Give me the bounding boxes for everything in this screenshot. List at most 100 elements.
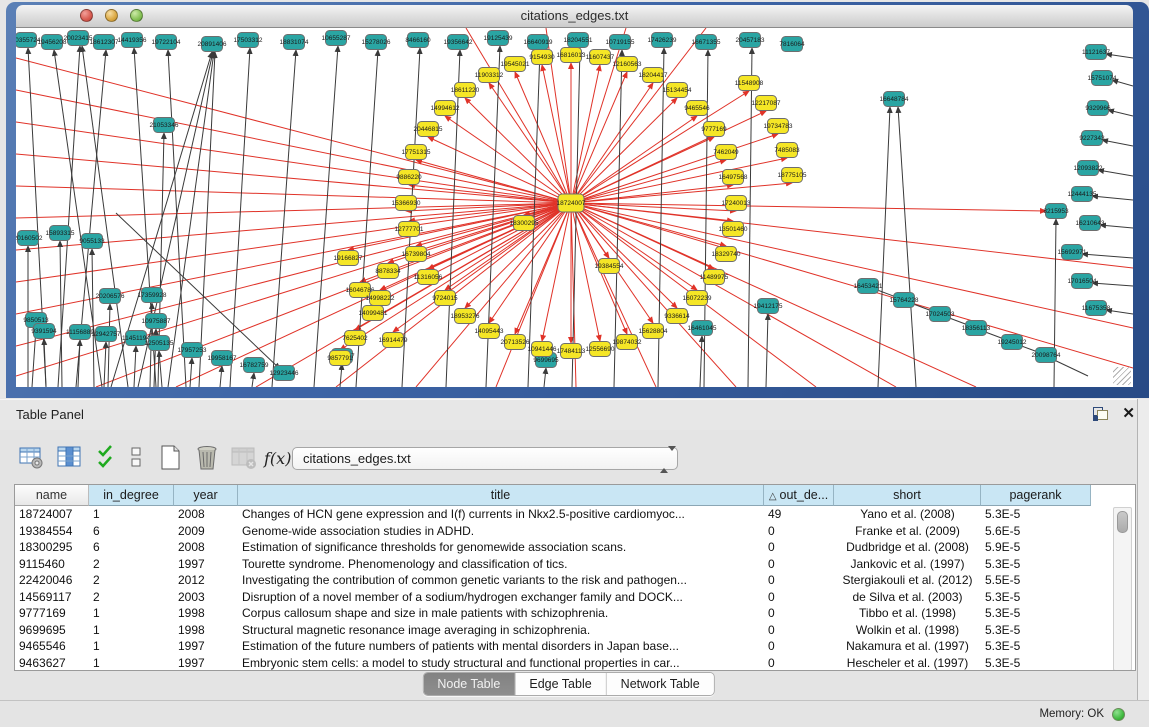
graph-edge-red[interactable] [16,90,571,203]
float-panel-icon[interactable] [1093,407,1109,422]
cell-out_degree: 49 [764,506,834,523]
graph-node-label: 18831074 [280,39,309,46]
table-panel-body: f(x) citations_edges.txt namein_degreeye… [0,430,1137,700]
column-header-year[interactable]: year [174,485,238,506]
graph-node-label: 9055133 [79,238,105,245]
tab-node-table[interactable]: Node Table [423,673,515,695]
graph-edge-black[interactable] [1098,170,1133,176]
graph-edge-black[interactable] [1102,140,1133,146]
cell-year: 2003 [174,589,238,606]
select-all-columns-icon[interactable] [96,444,126,474]
column-header-title[interactable]: title [238,485,764,506]
graph-node-label: 9391594 [31,328,57,335]
tab-network-table[interactable]: Network Table [607,673,714,695]
graph-edge-red[interactable] [571,203,1046,211]
graph-edge-black[interactable] [314,46,338,387]
graph-edge-black[interactable] [1108,110,1133,116]
graph-edge-black[interactable] [1082,254,1133,258]
table-row[interactable]: 2242004622012Investigating the contribut… [15,572,1135,589]
window-resize-grip[interactable] [1113,367,1131,385]
table-vertical-scrollbar[interactable] [1113,507,1132,671]
graph-node-label: 9777169 [701,126,727,133]
graph-edge-red[interactable] [428,137,571,203]
graph-edge-black[interactable] [60,241,62,387]
graph-node-label: 7816064 [779,41,805,48]
graph-edge-red[interactable] [16,186,571,203]
graph-edge-black[interactable] [108,304,110,387]
column-header-pagerank[interactable]: pagerank [981,485,1091,506]
graph-edge-black[interactable] [220,366,222,387]
create-table-icon[interactable] [158,444,188,474]
graph-edge-red[interactable] [571,203,1133,368]
graph-node-label: 20160502 [16,235,43,242]
tab-edge-table[interactable]: Edge Table [515,673,606,695]
graph-edge-black[interactable] [748,48,752,387]
graph-node-label: 12217087 [752,100,781,107]
graph-node-label: 12556690 [586,346,615,353]
graph-edge-black[interactable] [190,358,192,387]
graph-edge-black[interactable] [1100,225,1133,228]
table-row[interactable]: 911546021997Tourette syndrome. Phenomeno… [15,556,1135,573]
table-row[interactable]: 1830029562008Estimation of significance … [15,539,1135,556]
table-mode-icon[interactable] [18,444,48,474]
table-row[interactable]: 977716911998Corpus callosum shape and si… [15,605,1135,622]
panel-right-divider [1137,399,1149,727]
graph-edge-black[interactable] [700,336,702,387]
graph-edge-black[interactable] [1106,54,1133,58]
table-row[interactable]: 1456911722003Disruption of a novel membe… [15,589,1135,606]
graph-edge-black[interactable] [134,346,136,387]
graph-edge-red[interactable] [571,203,714,269]
graph-edge-black[interactable] [572,48,580,387]
memory-status-dot[interactable] [1112,708,1125,721]
graph-node-label: 15751074 [1088,75,1117,82]
function-builder-icon[interactable]: f(x) [264,444,294,474]
graph-node-label: 8466160 [405,37,431,44]
graph-edge-black[interactable] [252,373,254,387]
graph-edge-red[interactable] [571,183,792,203]
graph-edge-black[interactable] [1092,196,1133,200]
graph-edge-black[interactable] [230,48,250,387]
graph-node-label: 15278026 [362,39,391,46]
graph-edge-black[interactable] [898,107,916,387]
delete-column-icon[interactable] [230,444,260,474]
window-titlebar[interactable]: citations_edges.txt [16,5,1133,28]
column-header-out_degree[interactable]: △out_de... [764,485,834,506]
graph-edge-red[interactable] [571,134,778,203]
column-header-name[interactable]: name [15,485,89,506]
graph-edge-red[interactable] [16,154,571,203]
graph-node-label: 16648784 [880,96,909,103]
graph-node-label: 15366930 [392,200,421,207]
graph-edge-red[interactable] [571,203,656,387]
cell-short: Yano et al. (2008) [834,506,981,523]
cell-pagerank: 5.6E-5 [981,523,1091,540]
graph-edge-black[interactable] [159,351,162,387]
table-row[interactable]: 1872400712008Changes of HCN gene express… [15,506,1135,523]
table-row[interactable]: 946554611997Estimation of the future num… [15,638,1135,655]
cell-title: Tourette syndrome. Phenomenology and cla… [238,556,764,573]
column-header-short[interactable]: short [834,485,981,506]
graph-node-label: 11675358 [1082,305,1111,312]
graph-edge-red[interactable] [466,28,571,203]
network-canvas[interactable]: 2035572419456208200234151861230714419356… [16,28,1133,387]
table-row[interactable]: 1938455462009Genome-wide association stu… [15,523,1135,540]
close-panel-icon[interactable]: ✕ [1122,404,1135,424]
graph-node-label: 17426239 [648,37,677,44]
graph-edge-red[interactable] [16,122,571,203]
graph-node-label: 16072239 [683,295,712,302]
table-selector-dropdown[interactable]: citations_edges.txt [292,447,678,470]
table-row[interactable]: 946362711997Embryonic stem cells: a mode… [15,655,1135,672]
delete-table-icon[interactable] [194,444,224,474]
column-header-in_degree[interactable]: in_degree [89,485,174,506]
graph-node-label: 17016504 [1068,278,1097,285]
unselect-all-columns-icon[interactable] [127,444,157,474]
table-row[interactable]: 969969511998Structural magnetic resonanc… [15,622,1135,639]
graph-node-label: 15134454 [663,87,692,94]
graph-edge-black[interactable] [544,368,546,387]
graph-edge-black[interactable] [1092,283,1133,286]
graph-node-label: 17024503 [926,311,955,318]
scrollbar-thumb[interactable] [1117,511,1128,533]
cell-name: 9777169 [15,605,89,622]
show-columns-icon[interactable] [56,444,86,474]
graph-node-label: 17359928 [138,292,167,299]
graph-edge-red[interactable] [571,203,1133,328]
